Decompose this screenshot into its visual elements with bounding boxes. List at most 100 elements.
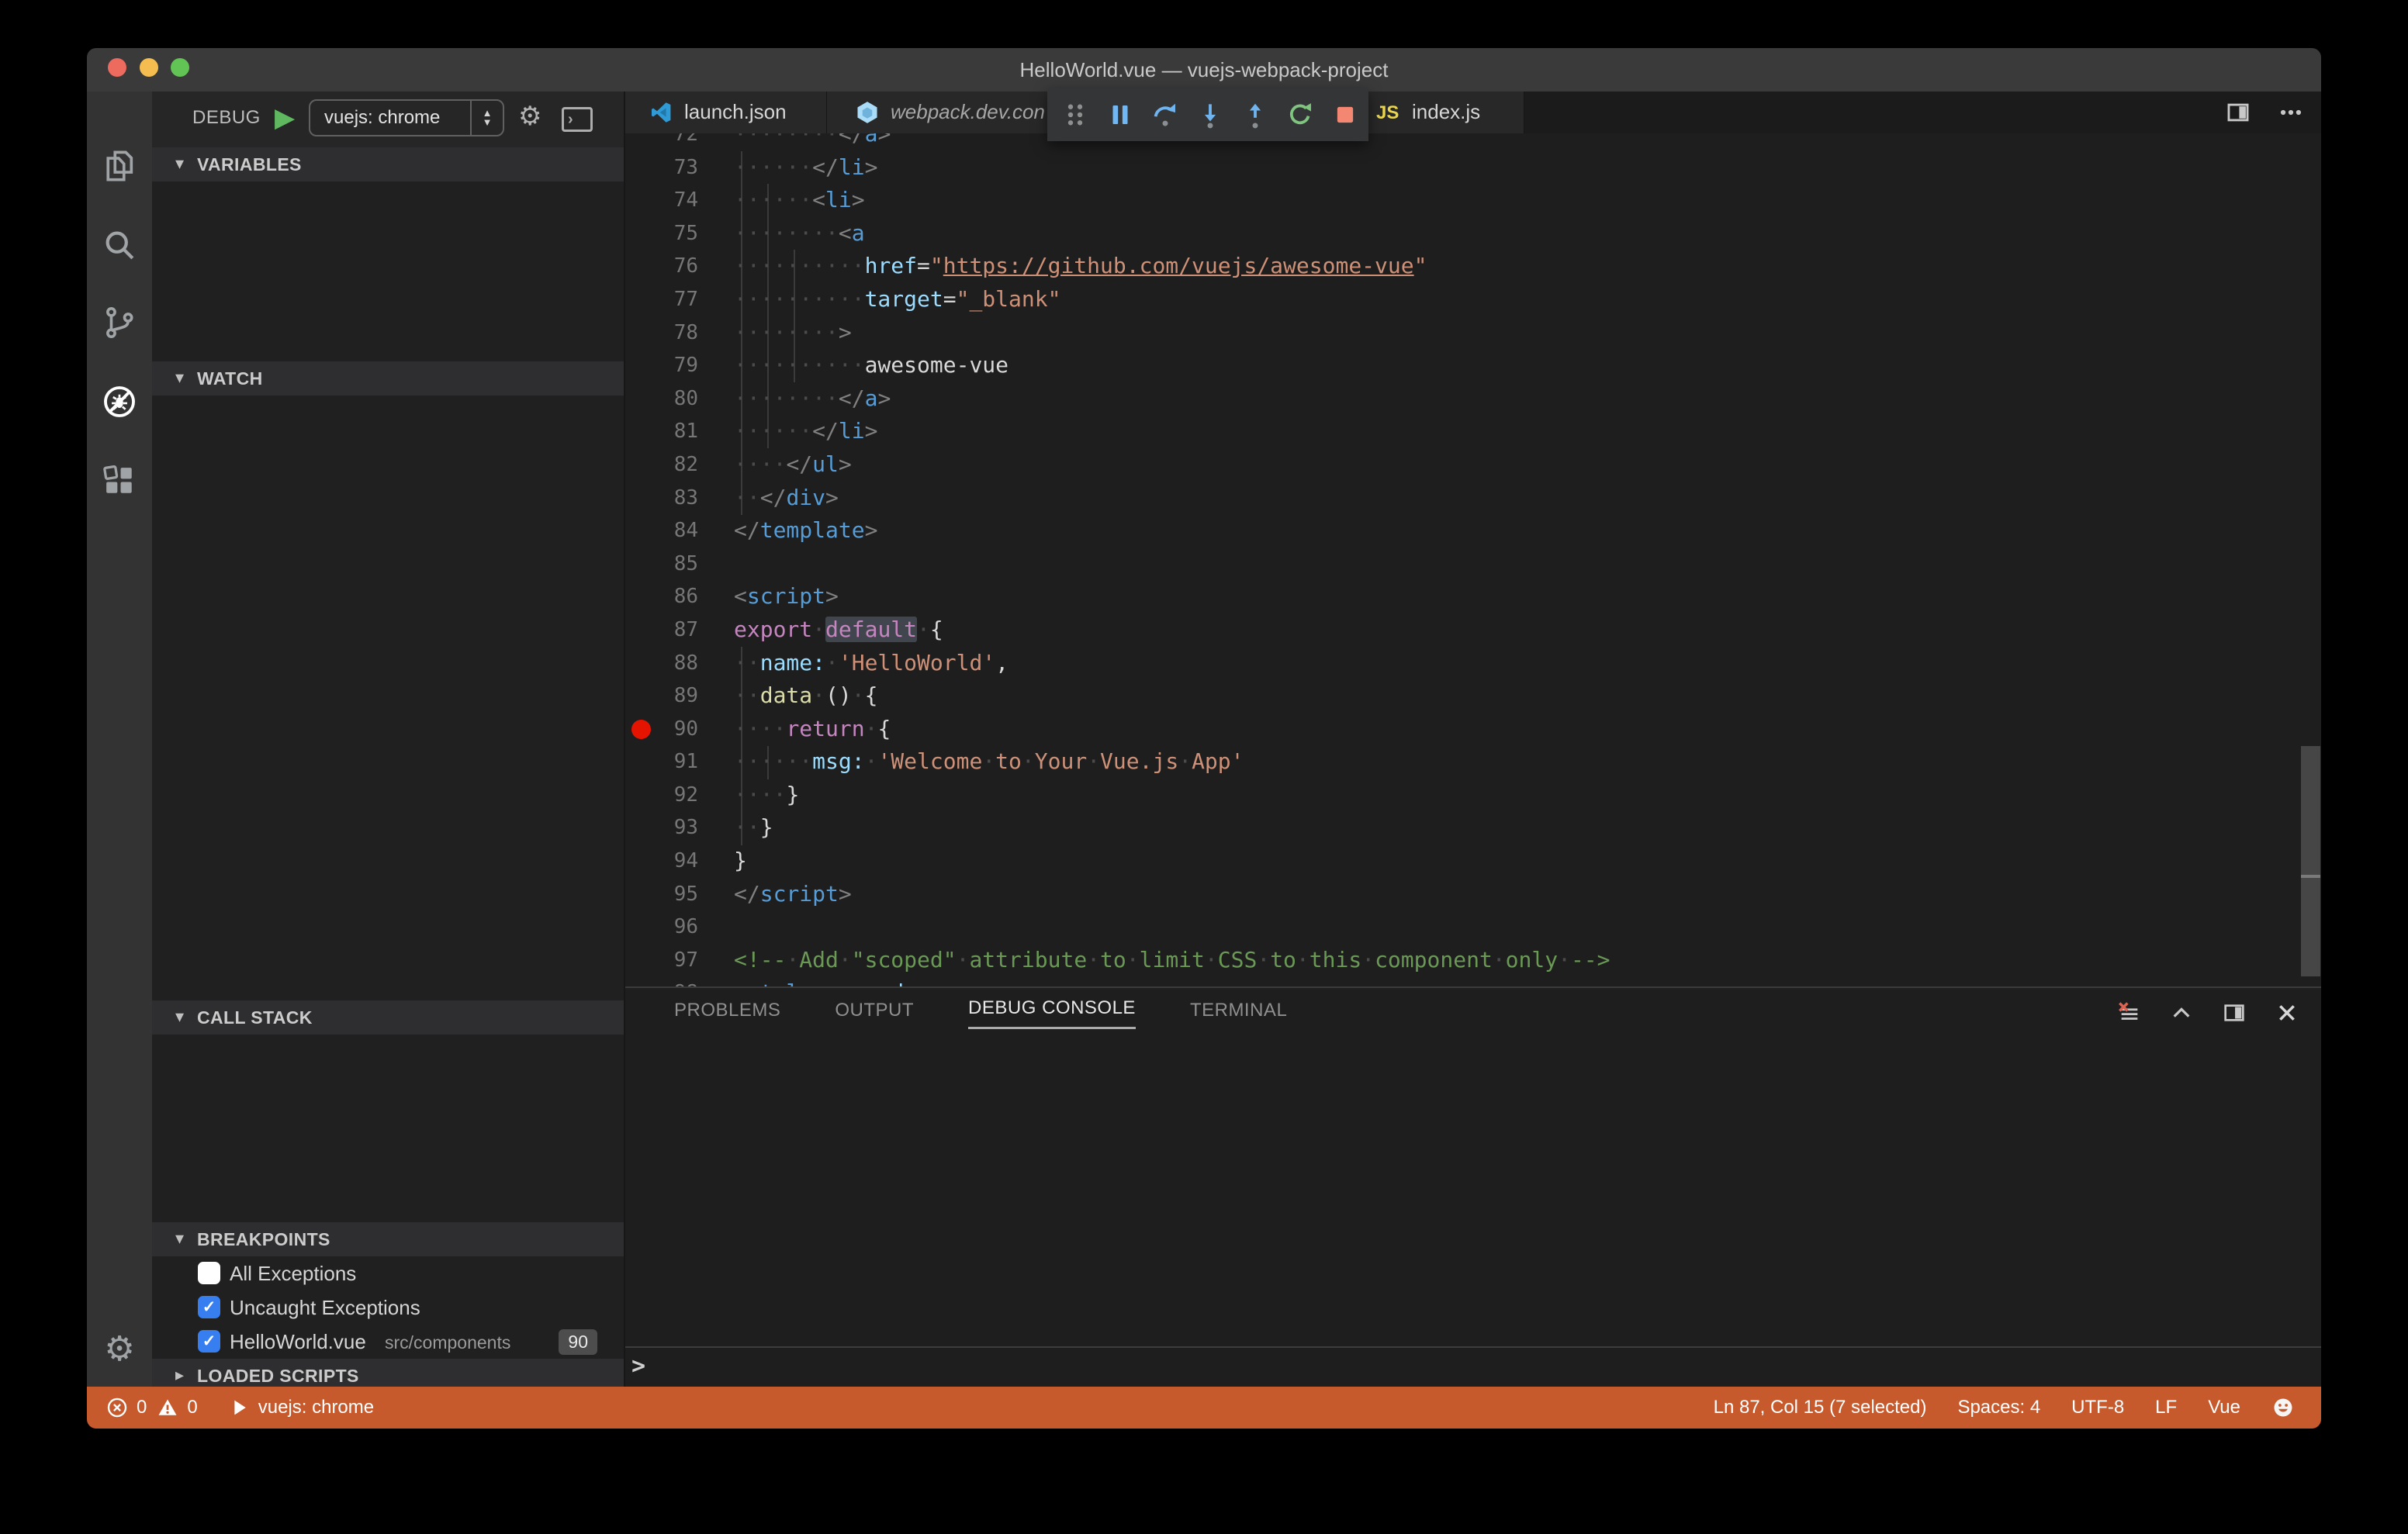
line-number: 96 bbox=[673, 915, 698, 939]
editor-tab-bar: launch.json webpack.dev.con JS index.js bbox=[625, 92, 2321, 133]
section-header-watch[interactable]: ▾ WATCH bbox=[152, 361, 624, 396]
clear-console-icon[interactable] bbox=[2116, 1000, 2141, 1025]
vscode-window: HelloWorld.vue — vuejs-webpack-project ⚙… bbox=[87, 48, 2321, 1429]
tab-index-js[interactable]: JS index.js bbox=[1367, 92, 1524, 133]
code-text: ········</a> bbox=[734, 385, 891, 411]
code-line-74[interactable]: 74 ······<li> bbox=[625, 184, 2321, 217]
panel-tab-problems[interactable]: PROBLEMS bbox=[674, 1000, 780, 1026]
code-line-73[interactable]: 73 ······</li> bbox=[625, 151, 2321, 185]
code-line-77[interactable]: 77 ··········target="_blank" bbox=[625, 283, 2321, 316]
code-line-79[interactable]: 79 ··········awesome-vue bbox=[625, 349, 2321, 382]
breakpoint-item[interactable]: All Exceptions bbox=[152, 1256, 624, 1290]
split-panel-icon[interactable] bbox=[2222, 1000, 2247, 1025]
code-line-80[interactable]: 80 ········</a> bbox=[625, 382, 2321, 416]
code-line-83[interactable]: 83 ··</div> bbox=[625, 482, 2321, 515]
code-line-75[interactable]: 75 ········<a bbox=[625, 217, 2321, 250]
code-line-94[interactable]: 94} bbox=[625, 845, 2321, 878]
code-line-91[interactable]: 91 ······msg:·'Welcome·to·Your·Vue.js·App… bbox=[625, 745, 2321, 779]
code-line-96[interactable]: 96 bbox=[625, 910, 2321, 944]
configure-gear-icon[interactable]: ⚙ bbox=[518, 101, 541, 132]
maximize-panel-icon[interactable] bbox=[2169, 1000, 2194, 1025]
status-item-spaces-4[interactable]: Spaces: 4 bbox=[1957, 1397, 2040, 1418]
code-line-78[interactable]: 78 ········> bbox=[625, 316, 2321, 350]
status-item-0[interactable]: 0 bbox=[156, 1396, 198, 1419]
checkbox-unchecked-icon[interactable] bbox=[198, 1262, 220, 1284]
editor-scrollbar[interactable] bbox=[2301, 746, 2320, 976]
code-editor[interactable]: 72 ········</a> 73 ······</li> 74 ······<li> 7… bbox=[625, 133, 2321, 986]
status-item-ln-87-col-15-7-selected[interactable]: Ln 87, Col 15 (7 selected) bbox=[1714, 1397, 1927, 1418]
split-editor-icon[interactable] bbox=[2225, 99, 2251, 126]
step-out-button[interactable] bbox=[1238, 98, 1272, 132]
step-into-button[interactable] bbox=[1193, 98, 1227, 132]
chevron-down-icon: ▾ bbox=[175, 1229, 185, 1249]
debug-icon[interactable] bbox=[101, 383, 138, 420]
section-header-variables[interactable]: ▾ VARIABLES bbox=[152, 147, 624, 181]
status-bar: 0 0 vuejs: chrome Ln 87, Col 15 (7 selecte… bbox=[87, 1387, 2321, 1429]
breakpoint-path: src/components bbox=[385, 1332, 511, 1353]
breakpoint-item[interactable]: ✓ Uncaught Exceptions bbox=[152, 1290, 624, 1325]
code-line-82[interactable]: 82 ····</ul> bbox=[625, 448, 2321, 482]
code-text: ··········target="_blank" bbox=[734, 285, 1061, 312]
tab-webpack-dev-con[interactable]: webpack.dev.con bbox=[827, 92, 1078, 133]
pause-button[interactable] bbox=[1103, 98, 1137, 132]
line-number: 78 bbox=[673, 320, 698, 344]
checkbox-checked-icon[interactable]: ✓ bbox=[198, 1296, 220, 1318]
section-header-call-stack[interactable]: ▾ CALL STACK bbox=[152, 1000, 624, 1035]
debug-config-select[interactable]: vuejs: chrome ▲ ▼ bbox=[309, 99, 504, 136]
line-number: 91 bbox=[673, 750, 698, 774]
drag-handle[interactable] bbox=[1058, 98, 1092, 132]
panel-tab-debug-console[interactable]: DEBUG CONSOLE bbox=[968, 997, 1136, 1029]
step-over-button[interactable] bbox=[1148, 98, 1182, 132]
warning-icon bbox=[156, 1396, 179, 1419]
status-item-vuejs-chrome[interactable]: vuejs: chrome bbox=[227, 1396, 374, 1419]
code-line-81[interactable]: 81 ······</li> bbox=[625, 415, 2321, 448]
checkbox-checked-icon[interactable]: ✓ bbox=[198, 1330, 220, 1353]
code-line-85[interactable]: 85 bbox=[625, 548, 2321, 581]
line-number: 93 bbox=[673, 816, 698, 840]
breakpoint-item[interactable]: ✓ HelloWorld.vue src/components 90 bbox=[152, 1325, 624, 1359]
restart-button[interactable] bbox=[1283, 98, 1317, 132]
status-item-0[interactable]: 0 bbox=[106, 1396, 147, 1419]
files-icon[interactable] bbox=[101, 147, 138, 185]
panel-tab-output[interactable]: OUTPUT bbox=[835, 1000, 914, 1026]
stop-button[interactable] bbox=[1328, 98, 1362, 132]
debug-view-title: DEBUG bbox=[192, 107, 261, 128]
code-line-90[interactable]: 90 ····return·{ bbox=[625, 713, 2321, 746]
code-line-88[interactable]: 88 ··name:·'HelloWorld', bbox=[625, 647, 2321, 680]
line-number: 79 bbox=[673, 354, 698, 378]
code-line-93[interactable]: 93 ··} bbox=[625, 811, 2321, 845]
code-line-89[interactable]: 89 ··data·()·{ bbox=[625, 679, 2321, 713]
code-line-86[interactable]: 86 <script> bbox=[625, 580, 2321, 613]
status-item[interactable] bbox=[2271, 1396, 2295, 1419]
tab-launch-json[interactable]: launch.json bbox=[625, 92, 827, 133]
close-panel-icon[interactable] bbox=[2275, 1000, 2299, 1025]
status-item-utf-8[interactable]: UTF-8 bbox=[2071, 1397, 2124, 1418]
section-header-breakpoints[interactable]: ▾ BREAKPOINTS bbox=[152, 1222, 624, 1256]
js-icon: JS bbox=[1376, 102, 1399, 123]
open-debug-console-icon[interactable]: › bbox=[562, 107, 593, 132]
search-icon[interactable] bbox=[101, 226, 138, 264]
line-number: 84 bbox=[673, 519, 698, 543]
code-line-95[interactable]: 95 </script> bbox=[625, 878, 2321, 911]
settings-gear-icon[interactable]: ⚙ bbox=[101, 1331, 138, 1368]
debug-console-input[interactable]: > bbox=[625, 1346, 2321, 1387]
status-item-lf[interactable]: LF bbox=[2155, 1397, 2177, 1418]
title-bar[interactable]: HelloWorld.vue — vuejs-webpack-project bbox=[87, 48, 2321, 92]
code-line-76[interactable]: 76 ··········href="https://github.com/vue… bbox=[625, 250, 2321, 283]
code-line-87[interactable]: 87 export·default·{ bbox=[625, 613, 2321, 647]
panel-tab-terminal[interactable]: TERMINAL bbox=[1190, 1000, 1287, 1026]
code-text: <style·scoped> bbox=[734, 976, 917, 986]
window-title: HelloWorld.vue — vuejs-webpack-project bbox=[1019, 58, 1389, 81]
status-label: UTF-8 bbox=[2071, 1397, 2125, 1418]
code-line-97[interactable]: 97 <!--·Add·"scoped"·attribute·to·limit·C… bbox=[625, 944, 2321, 977]
status-item-vue[interactable]: Vue bbox=[2208, 1397, 2240, 1418]
extensions-icon[interactable] bbox=[101, 462, 138, 499]
more-actions-icon[interactable] bbox=[2278, 99, 2304, 126]
code-line-92[interactable]: 92 ····} bbox=[625, 779, 2321, 812]
code-line-98[interactable]: 98 <style·scoped> bbox=[625, 976, 2321, 986]
source-control-icon[interactable] bbox=[101, 304, 138, 341]
code-line-84[interactable]: 84 </template> bbox=[625, 514, 2321, 548]
code-line-72[interactable]: 72 ········</a> bbox=[625, 133, 2321, 151]
code-text: ········</a> bbox=[734, 133, 891, 147]
start-debugging-button[interactable]: ▶ bbox=[275, 101, 306, 135]
